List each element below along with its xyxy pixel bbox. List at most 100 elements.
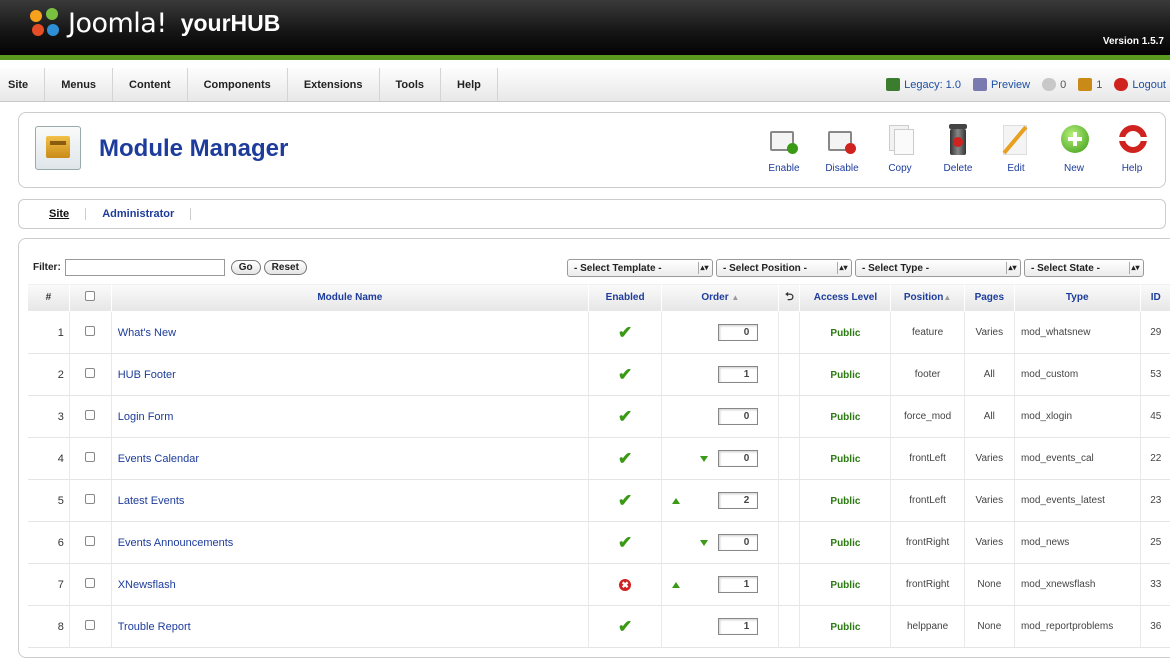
move-up-icon[interactable] <box>672 498 680 504</box>
disable-button[interactable]: Disable <box>813 123 871 174</box>
access-level-link[interactable]: Public <box>830 454 860 465</box>
module-name-link[interactable]: What's New <box>112 327 176 339</box>
col-num: # <box>28 284 70 312</box>
filter-input[interactable] <box>65 259 225 276</box>
col-type[interactable]: Type <box>1014 284 1140 312</box>
joomla-logo[interactable]: Joomla! yourHUB <box>28 6 280 40</box>
module-manager-icon <box>35 126 81 170</box>
row-number: 6 <box>28 522 70 564</box>
disabled-x-icon[interactable]: ✖ <box>619 579 631 591</box>
access-level-link[interactable]: Public <box>830 496 860 507</box>
enabled-check-icon[interactable]: ✔ <box>618 365 632 384</box>
tab-site[interactable]: Site <box>39 208 86 220</box>
pages-cell: All <box>964 396 1014 438</box>
module-name-link[interactable]: Events Announcements <box>112 537 234 549</box>
col-pages[interactable]: Pages <box>964 284 1014 312</box>
legacy-status[interactable]: Legacy: 1.0 <box>886 78 961 91</box>
menu-menus[interactable]: Menus <box>45 68 113 101</box>
help-button[interactable]: Help <box>1103 123 1161 174</box>
menu-extensions[interactable]: Extensions <box>288 68 380 101</box>
row-checkbox[interactable] <box>85 578 95 588</box>
copy-button[interactable]: Copy <box>871 123 929 174</box>
menu-site[interactable]: Site <box>0 68 45 101</box>
menu-help[interactable]: Help <box>441 68 498 101</box>
enable-button[interactable]: Enable <box>755 123 813 174</box>
order-input[interactable]: 0 <box>718 408 758 425</box>
access-level-link[interactable]: Public <box>830 538 860 549</box>
position-select[interactable]: - Select Position -▴▾ <box>716 259 852 277</box>
row-checkbox[interactable] <box>85 494 95 504</box>
col-order[interactable]: Order ▲ <box>662 284 779 312</box>
tab-administrator[interactable]: Administrator <box>86 208 191 220</box>
type-select[interactable]: - Select Type -▴▾ <box>855 259 1021 277</box>
access-level-link[interactable]: Public <box>830 580 860 591</box>
col-module-name[interactable]: Module Name <box>111 284 588 312</box>
go-button[interactable]: Go <box>231 260 261 275</box>
module-name-link[interactable]: Login Form <box>112 411 174 423</box>
new-label: New <box>1064 163 1084 174</box>
access-level-link[interactable]: Public <box>830 622 860 633</box>
col-access-level[interactable]: Access Level <box>800 284 891 312</box>
select-all-checkbox[interactable] <box>85 291 95 301</box>
module-name-link[interactable]: Latest Events <box>112 495 185 507</box>
col-save-order[interactable]: ⮌ <box>779 284 800 312</box>
enabled-check-icon[interactable]: ✔ <box>618 323 632 342</box>
order-input[interactable]: 0 <box>718 534 758 551</box>
state-select[interactable]: - Select State -▴▾ <box>1024 259 1144 277</box>
order-input[interactable]: 0 <box>718 324 758 341</box>
move-down-icon[interactable] <box>700 456 708 462</box>
order-input[interactable]: 1 <box>718 366 758 383</box>
users-link[interactable]: 1 <box>1078 78 1102 91</box>
access-level-link[interactable]: Public <box>830 370 860 381</box>
enabled-check-icon[interactable]: ✔ <box>618 449 632 468</box>
move-down-icon[interactable] <box>700 540 708 546</box>
row-checkbox[interactable] <box>85 368 95 378</box>
row-select-cell <box>69 522 111 564</box>
module-name-link[interactable]: Trouble Report <box>112 621 191 633</box>
menu-components[interactable]: Components <box>188 68 288 101</box>
access-level-link[interactable]: Public <box>830 412 860 423</box>
menu-tools[interactable]: Tools <box>380 68 442 101</box>
enabled-check-icon[interactable]: ✔ <box>618 533 632 552</box>
template-select-value: - Select Template - <box>574 263 662 274</box>
menu-content[interactable]: Content <box>113 68 188 101</box>
enabled-check-icon[interactable]: ✔ <box>618 491 632 510</box>
access-cell: Public <box>800 522 891 564</box>
template-select[interactable]: - Select Template -▴▾ <box>567 259 713 277</box>
access-level-link[interactable]: Public <box>830 328 860 339</box>
row-checkbox[interactable] <box>85 326 95 336</box>
row-checkbox[interactable] <box>85 452 95 462</box>
order-input[interactable]: 0 <box>718 450 758 467</box>
module-name-link[interactable]: HUB Footer <box>112 369 176 381</box>
logout-link[interactable]: Logout <box>1114 78 1166 91</box>
header-accent-stripe <box>0 55 1170 60</box>
order-input[interactable]: 1 <box>718 576 758 593</box>
save-order-icon[interactable]: ⮌ <box>785 291 794 303</box>
enabled-check-icon[interactable]: ✔ <box>618 407 632 426</box>
chevron-down-icon: ▴▾ <box>1006 262 1018 274</box>
new-button[interactable]: New <box>1045 123 1103 174</box>
order-input[interactable]: 1 <box>718 618 758 635</box>
messages-link[interactable]: 0 <box>1042 78 1066 91</box>
row-checkbox[interactable] <box>85 536 95 546</box>
col-select-all[interactable] <box>69 284 111 312</box>
enabled-check-icon[interactable]: ✔ <box>618 617 632 636</box>
reset-button[interactable]: Reset <box>264 260 307 275</box>
row-checkbox[interactable] <box>85 410 95 420</box>
move-up-icon[interactable] <box>672 582 680 588</box>
row-select-cell <box>69 312 111 354</box>
module-name-link[interactable]: XNewsflash <box>112 579 176 591</box>
col-id[interactable]: ID <box>1140 284 1170 312</box>
preview-label: Preview <box>991 79 1030 91</box>
col-position[interactable]: Position▲ <box>891 284 964 312</box>
order-input[interactable]: 2 <box>718 492 758 509</box>
preview-link[interactable]: Preview <box>973 78 1030 91</box>
order-cell: 2 <box>662 480 779 522</box>
delete-button[interactable]: Delete <box>929 123 987 174</box>
logout-label: Logout <box>1132 79 1166 91</box>
edit-button[interactable]: Edit <box>987 123 1045 174</box>
col-enabled[interactable]: Enabled <box>588 284 661 312</box>
row-checkbox[interactable] <box>85 620 95 630</box>
module-name-link[interactable]: Events Calendar <box>112 453 199 465</box>
row-select-cell <box>69 564 111 606</box>
